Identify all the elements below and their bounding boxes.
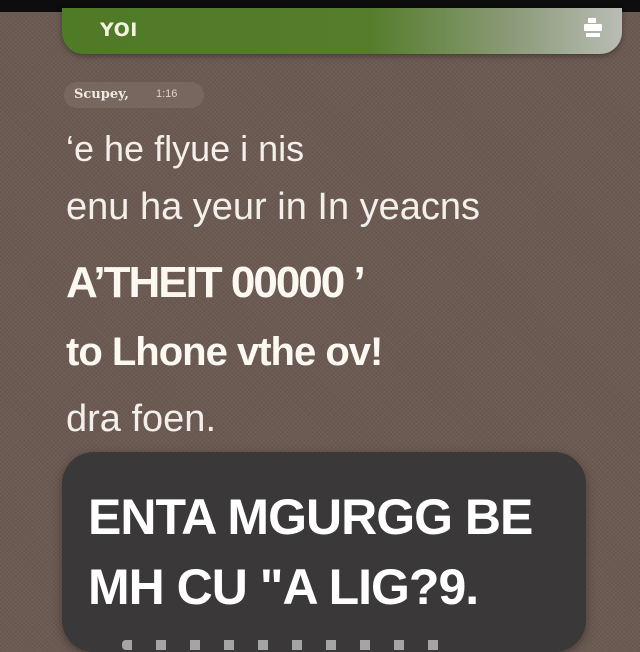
sender-name: Scupey, (74, 87, 129, 102)
message-line: enu ha yeur in In yeacns (66, 186, 481, 228)
print-icon[interactable] (580, 15, 606, 41)
bubble-line: ENTA MGURGG BE (88, 489, 533, 545)
conversation-header: YOI (62, 8, 622, 54)
header-title: YOI (100, 19, 138, 41)
message-line: A’THEIT 00000 ’ (66, 258, 366, 307)
message-line: ‘e he flyue i nis (66, 128, 305, 169)
message-line: to Lhone vthe ov! (66, 330, 383, 374)
message-meta: Scupey, 1:16 (64, 82, 204, 108)
timestamp: 1:16 (156, 88, 178, 100)
highlight-message-bubble[interactable]: ENTA MGURGG BE MH CU "A LIG?9. (62, 452, 586, 652)
cut-off-text-fragment (122, 640, 442, 650)
bubble-line: MH CU "A LIG?9. (88, 559, 479, 615)
message-line: dra foen. (66, 398, 216, 440)
